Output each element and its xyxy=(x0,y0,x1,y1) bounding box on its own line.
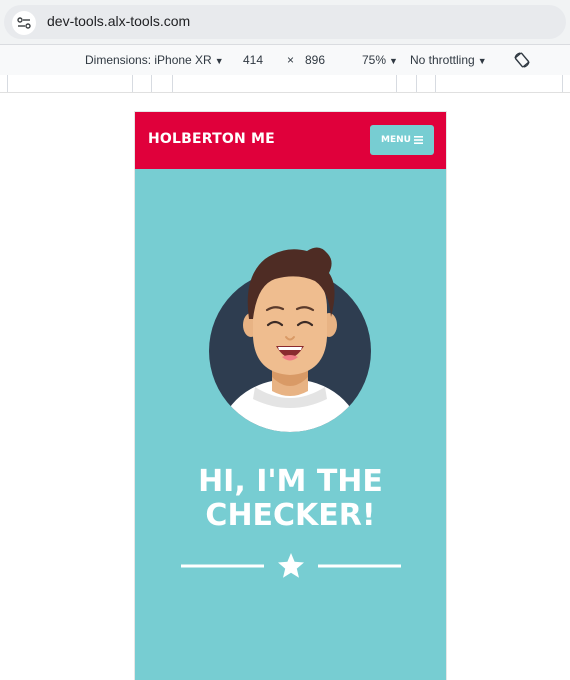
star-icon xyxy=(278,553,304,578)
site-header: HOLBERTON ME MENU xyxy=(135,112,446,169)
throttling-label: No throttling xyxy=(410,53,475,67)
hamburger-icon xyxy=(413,136,423,144)
device-viewport: HOLBERTON ME MENU HI, I'M THE CHECKER! xyxy=(135,112,446,680)
star-divider xyxy=(181,553,401,578)
address-bar: dev-tools.alx-tools.com xyxy=(0,0,570,44)
checker-avatar-illustration xyxy=(209,247,371,432)
caret-down-icon: ▼ xyxy=(389,56,398,66)
caret-down-icon: ▼ xyxy=(214,56,224,66)
headline-line-2: CHECKER! xyxy=(205,498,376,533)
menu-label: MENU xyxy=(381,135,411,145)
headline-line-1: HI, I'M THE xyxy=(198,464,383,499)
dimension-separator: × xyxy=(287,53,295,67)
device-toolbar: Dimensions: iPhone XR ▼ 414 × 896 75% ▼ No… xyxy=(0,44,570,76)
throttling-dropdown[interactable]: No throttling ▼ xyxy=(410,53,487,67)
url-text[interactable]: dev-tools.alx-tools.com xyxy=(47,13,190,29)
zoom-dropdown[interactable]: 75% ▼ xyxy=(362,53,398,67)
media-query-ruler[interactable] xyxy=(0,75,570,93)
zoom-label: 75% xyxy=(362,53,387,67)
hero-headline: HI, I'M THE CHECKER! xyxy=(135,465,446,533)
brand-logo-text[interactable]: HOLBERTON ME xyxy=(148,131,275,147)
height-input[interactable]: 896 xyxy=(305,53,325,67)
dimensions-dropdown[interactable]: Dimensions: iPhone XR ▼ xyxy=(85,53,224,67)
rotate-icon[interactable] xyxy=(513,51,531,72)
width-input[interactable]: 414 xyxy=(243,53,263,67)
site-settings-icon[interactable] xyxy=(12,11,36,35)
menu-button[interactable]: MENU xyxy=(370,125,434,155)
dimensions-label: Dimensions: iPhone XR xyxy=(85,53,212,67)
omnibox[interactable]: dev-tools.alx-tools.com xyxy=(4,5,566,39)
caret-down-icon: ▼ xyxy=(477,56,487,66)
